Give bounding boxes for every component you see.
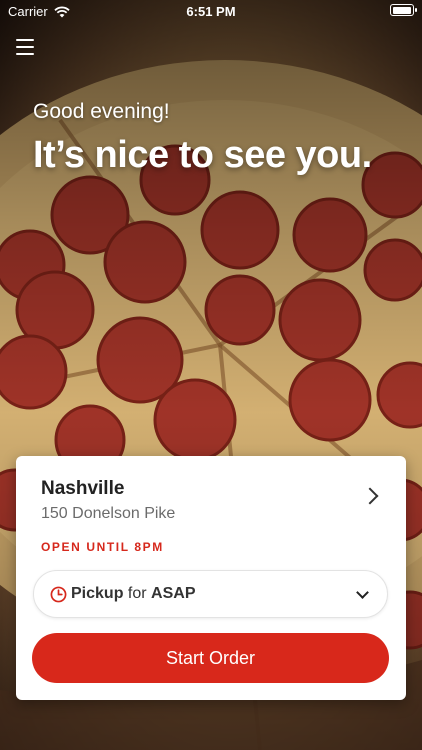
order-mode-type: Pickup [71, 585, 124, 602]
battery-icon [390, 4, 417, 16]
start-order-button[interactable]: Start Order [32, 633, 389, 683]
greeting-text: Good evening! [33, 100, 170, 123]
store-selector[interactable]: Nashville 150 Donelson Pike [16, 456, 406, 532]
location-card: Nashville 150 Donelson Pike OPEN UNTIL 8… [16, 456, 406, 700]
open-hours-status: OPEN UNTIL 8PM [41, 540, 164, 554]
chevron-down-icon [356, 586, 369, 599]
store-name: Nashville [41, 478, 125, 499]
order-mode-text: Pickup for ASAP [71, 585, 196, 603]
order-mode-connector: for [127, 585, 147, 602]
clock-icon [50, 586, 67, 603]
order-mode-dropdown[interactable]: Pickup for ASAP [33, 570, 388, 618]
status-bar: Carrier 6:51 PM [0, 0, 422, 22]
hamburger-menu-icon[interactable] [14, 36, 36, 58]
order-mode-time: ASAP [151, 585, 196, 602]
welcome-headline: It’s nice to see you. [33, 134, 372, 176]
chevron-right-icon [361, 487, 379, 505]
store-address: 150 Donelson Pike [41, 505, 176, 522]
status-time: 6:51 PM [186, 4, 236, 19]
